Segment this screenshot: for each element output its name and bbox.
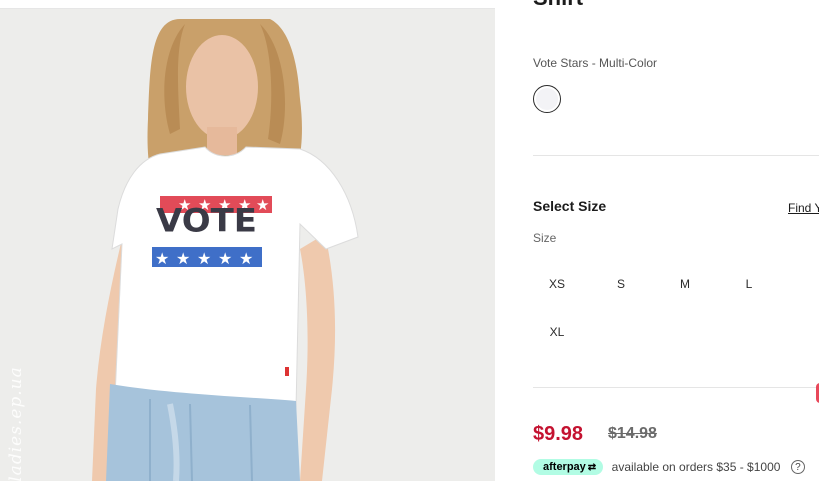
original-price: $14.98 [608,425,657,442]
svg-text:★: ★ [176,249,190,268]
size-label: Size [533,231,557,245]
color-name: Vote Stars - Multi-Color [533,56,658,70]
size-option-s[interactable]: S [597,269,645,299]
product-page: ★ ★ ★ ★ ★ VOTE ★ ★ ★ ★ ★ ladies.ep.ua Vo… [0,0,819,481]
size-option-m[interactable]: M [661,269,709,299]
afterpay-row: afterpay ⇄ available on orders $35 - $100… [533,458,805,475]
svg-text:★: ★ [218,249,232,268]
afterpay-logo-text: afterpay [543,460,586,473]
product-photo: ★ ★ ★ ★ ★ VOTE ★ ★ ★ ★ ★ [0,9,495,481]
size-option-l[interactable]: L [725,269,773,299]
product-info-panel: Shirt Vote Stars - Multi-Color Select Si… [495,0,819,481]
product-image[interactable]: ★ ★ ★ ★ ★ VOTE ★ ★ ★ ★ ★ ladies.ep.ua [0,9,495,481]
afterpay-info-text: available on orders $35 - $1000 [611,459,781,474]
divider [533,387,819,388]
svg-text:★: ★ [256,196,269,214]
find-your-size-link[interactable]: Find Y [788,201,819,215]
svg-text:★: ★ [155,249,169,268]
watermark: ladies.ep.ua [4,364,28,481]
sale-price: $9.98 [533,423,584,445]
size-option-xl[interactable]: XL [533,317,581,347]
shirt-tab [285,367,289,376]
help-icon[interactable]: ? [790,459,805,474]
divider [533,155,819,156]
shirt-vote-text: VOTE [156,201,257,239]
afterpay-arrows-icon: ⇄ [587,461,597,473]
afterpay-badge[interactable]: afterpay ⇄ [533,458,604,475]
select-size-heading: Select Size [533,198,607,214]
product-title-text: Shirt [533,0,583,9]
size-option-xs[interactable]: XS [533,269,581,299]
color-swatch-selected[interactable] [533,85,561,113]
svg-text:★: ★ [239,249,253,268]
svg-text:★: ★ [197,249,211,268]
product-title: Shirt [533,0,733,9]
watermark-text: ladies.ep.ua [6,366,26,481]
face [186,35,258,139]
